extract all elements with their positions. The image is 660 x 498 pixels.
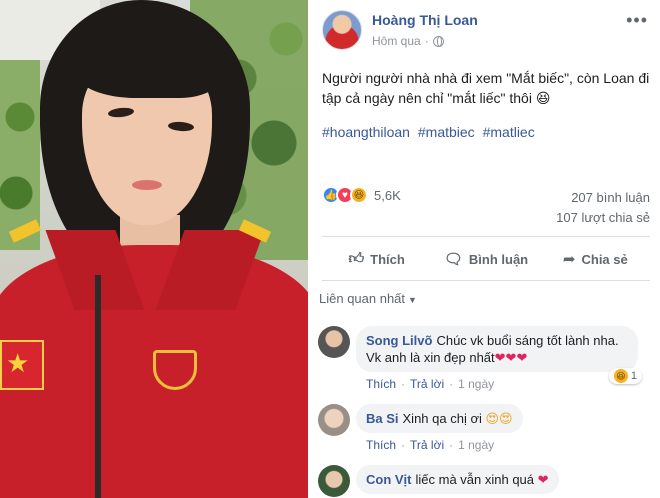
hashtag-matbiec[interactable]: #matbiec (418, 124, 475, 140)
thumbs-up-icon: 👍︎ (348, 250, 365, 267)
comment-time[interactable]: 1 ngày (458, 438, 494, 452)
divider (322, 280, 650, 281)
heart-emoji-icon: ❤❤❤ (494, 350, 528, 365)
commenter-avatar[interactable] (318, 326, 350, 358)
comment-bubble: Con Vịt liếc mà vẫn xinh quá ❤ (356, 465, 559, 494)
post-panel: Hoàng Thị Loan Hôm qua · ••• Người người… (308, 0, 660, 498)
hashtag-hoangthiloan[interactable]: #hoangthiloan (322, 124, 410, 140)
comment-item: Song Lilvõ Chúc vk buổi sáng tốt lành nha… (318, 326, 658, 394)
haha-reaction-icon: 😆 (613, 369, 628, 383)
post-photo[interactable]: ★ (0, 0, 308, 498)
post-time[interactable]: Hôm qua (372, 34, 421, 48)
comment-count[interactable]: 207 bình luận (571, 190, 650, 205)
comment-bubble: Song Lilvõ Chúc vk buổi sáng tốt lành nha… (356, 326, 638, 372)
dot-separator: · (401, 438, 406, 452)
commenter-name[interactable]: Ba Si (366, 411, 399, 426)
globe-icon (432, 35, 444, 47)
post-caption: Người người nhà nhà đi xem "Mắt biếc", c… (322, 70, 650, 106)
comment-sort-dropdown[interactable]: Liên quan nhất ▼ (319, 291, 417, 306)
comment-sort-label: Liên quan nhất (319, 291, 406, 306)
post-meta: Hôm qua · (372, 34, 444, 48)
commenter-name[interactable]: Song Lilvõ (366, 333, 432, 348)
comment-reply-link[interactable]: Trả lời (410, 377, 444, 391)
share-icon: ➦ (562, 251, 576, 268)
comment-text: liếc mà vẫn xinh quá (415, 472, 535, 487)
more-icon[interactable]: ••• (626, 10, 648, 31)
dot-separator: · (449, 438, 454, 452)
comment-label: Bình luận (468, 251, 529, 267)
comment-reaction-count: 1 (630, 370, 637, 382)
heart-eyes-emoji-icon: 😍😍 (485, 411, 513, 426)
comment-reply-link[interactable]: Trả lời (410, 438, 444, 452)
commenter-avatar[interactable] (318, 404, 350, 436)
dot-separator: · (424, 34, 429, 48)
author-avatar[interactable] (322, 10, 362, 50)
share-count[interactable]: 107 lượt chia sẻ (556, 210, 650, 225)
vietnam-flag-icon: ★ (0, 340, 44, 390)
comment-text: Xinh qa chị ơi (402, 411, 482, 426)
comment-like-link[interactable]: Thích (366, 438, 396, 452)
dot-separator: · (401, 377, 406, 391)
like-label: Thích (370, 251, 405, 267)
share-label: Chia sẻ (581, 251, 628, 267)
haha-reaction-icon: 😆 (350, 186, 368, 204)
commenter-name[interactable]: Con Vịt (366, 472, 412, 487)
reactions-summary[interactable]: 👍 ♥ 😆 5,6K (322, 186, 401, 204)
share-button[interactable]: ➦ Chia sẻ (541, 242, 650, 276)
photo-zipper (95, 275, 101, 498)
hashtag-matliec[interactable]: #matliec (483, 124, 535, 140)
caret-down-icon: ▼ (408, 295, 417, 305)
like-button[interactable]: 👍︎ Thích (322, 242, 431, 276)
comment-actions: Thích · Trả lời · 1 ngày (366, 438, 494, 452)
post-actions: 👍︎ Thích 🗨︎ Bình luận ➦ Chia sẻ (322, 242, 650, 276)
comment-item: Ba Si Xinh qa chị ơi 😍😍 Thích · Trả lời ·… (318, 404, 658, 456)
comment-item: Con Vịt liếc mà vẫn xinh quá ❤ (318, 465, 658, 498)
commenter-avatar[interactable] (318, 465, 350, 497)
comment-text: Chúc vk buổi sáng tốt lành nha. (436, 333, 619, 348)
author-name[interactable]: Hoàng Thị Loan (372, 12, 478, 28)
hashtags: #hoangthiloan #matbiec #matliec (322, 124, 539, 140)
comment-icon: 🗨︎ (443, 251, 463, 268)
post-header: Hoàng Thị Loan Hôm qua · ••• (322, 10, 648, 54)
comment-button[interactable]: 🗨︎ Bình luận (431, 242, 540, 276)
photo-lips (132, 180, 162, 190)
heart-emoji-icon: ❤ (537, 472, 549, 487)
comment-time[interactable]: 1 ngày (458, 377, 494, 391)
reaction-count: 5,6K (374, 187, 401, 203)
comment-like-link[interactable]: Thích (366, 377, 396, 391)
comment-actions: Thích · Trả lời · 1 ngày (366, 377, 494, 391)
comment-text-2: Vk anh là xin đẹp nhất (366, 350, 495, 365)
dot-separator: · (449, 377, 454, 391)
divider (322, 236, 650, 237)
comment-bubble: Ba Si Xinh qa chị ơi 😍😍 (356, 404, 523, 433)
comment-reaction[interactable]: 😆 1 (608, 368, 642, 384)
